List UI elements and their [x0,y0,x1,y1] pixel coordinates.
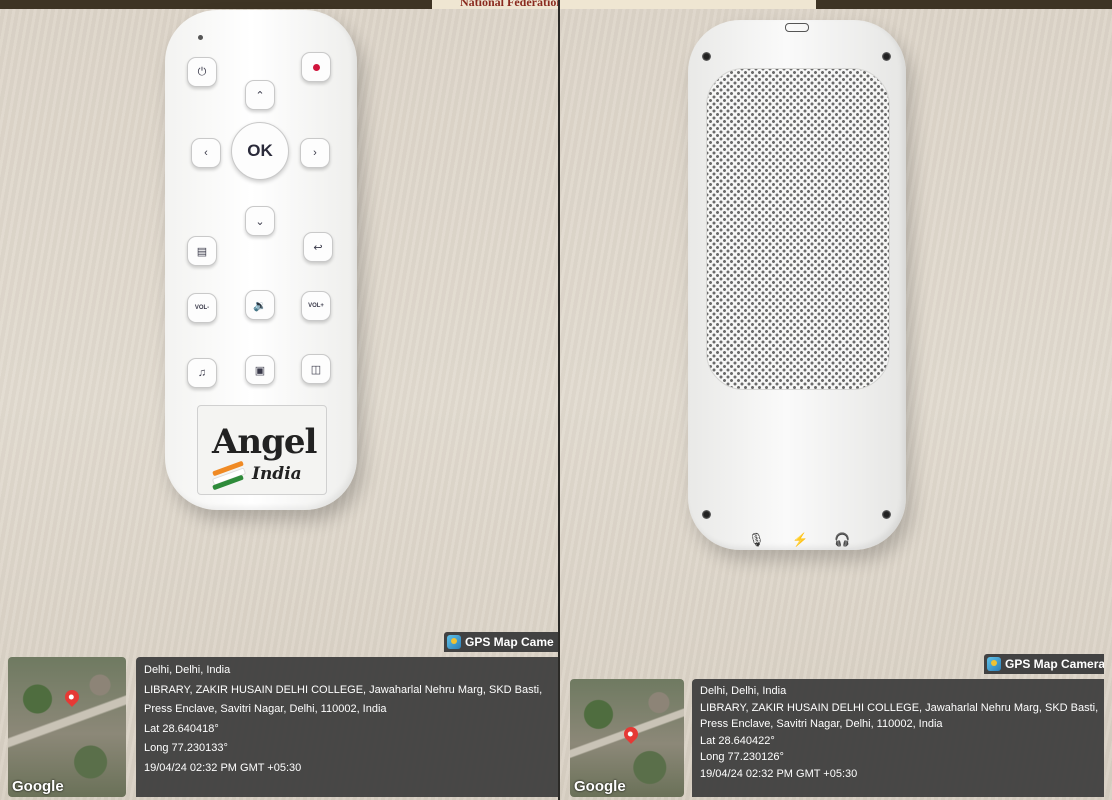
right-arrow-icon: › [313,147,317,159]
down-button: ⌄ [245,206,275,236]
gps-datetime: 19/04/24 02:32 PM GMT +05:30 [144,761,302,774]
power-button: ⏻ [187,57,217,87]
background-frame-strip [560,0,1112,9]
vol-minus-button: VOL- [187,293,217,323]
gps-address-line1: LIBRARY, ZAKIR HUSAIN DELHI COLLEGE, Jaw… [144,683,543,696]
gps-camera-logo-icon [987,657,1001,671]
music-note-icon: ♫ [197,367,207,379]
gps-camera-logo-icon [447,635,461,649]
up-arrow-icon: ⌃ [255,89,265,102]
photo-remote-front: National Federation of the Blind ⏻ ⌃ ‹ O… [0,0,558,800]
gps-longitude: Long 77.230133° [144,742,228,754]
remote-control-back: 🎙 ⚡ 🎧 [688,20,906,550]
background-paper-caption: National Federation of the Blind [460,0,558,9]
power-icon: ⏻ [197,65,207,78]
background-paper [560,0,816,9]
gps-info-panel: Delhi, Delhi, India LIBRARY, ZAKIR HUSAI… [692,679,1104,797]
speaker-grill [706,68,890,390]
record-icon [312,63,320,71]
book-icon: ◫ [310,363,322,376]
lanyard-slot [785,23,809,32]
vol-plus-label: VOL+ [308,303,324,309]
gps-latitude: Lat 28.640422° [700,734,775,747]
speaker-icon: 🔉 [253,299,267,312]
screw [882,52,891,61]
gps-address-line2: Press Enclave, Savitri Nagar, Delhi, 110… [144,703,387,715]
down-arrow-icon: ⌄ [255,215,265,228]
sticker-country: India [252,464,302,484]
music-button: ♫ [187,358,217,388]
right-button: › [300,138,330,168]
gps-info-panel: Delhi, Delhi, India LIBRARY, ZAKIR HUSAI… [136,657,558,797]
book-button: ◫ [301,354,331,384]
speaker-button: 🔉 [245,290,275,320]
photo-remote-back: 🎙 ⚡ 🎧 GPS Map Camera Google Delhi, Delhi… [560,0,1112,800]
gps-badge-label: GPS Map Camera [1005,657,1104,671]
return-icon: ↩ [313,241,323,254]
headphone-icon: 🎧 [834,532,851,547]
usb-icon: ⚡ [792,532,809,547]
up-button: ⌃ [245,80,275,110]
brand-sticker: Angel India [197,405,327,495]
gps-map-thumbnail: Google [8,657,126,797]
screw [702,510,711,519]
record-button [301,52,331,82]
map-google-logo: Google [574,778,626,795]
gps-address-line2: Press Enclave, Savitri Nagar, Delhi, 110… [700,718,943,730]
document-button: ▤ [187,236,217,266]
screw [702,52,711,61]
gps-latitude: Lat 28.640418° [144,722,219,735]
gps-map-thumbnail: Google [570,679,684,797]
map-pin-icon [621,724,641,744]
gps-city: Delhi, Delhi, India [700,685,787,697]
gps-address-line1: LIBRARY, ZAKIR HUSAIN DELHI COLLEGE, Jaw… [700,701,1099,714]
gps-city: Delhi, Delhi, India [144,664,231,676]
screw [882,510,891,519]
left-arrow-icon: ‹ [204,147,208,159]
map-pin-icon [62,687,82,707]
radio-button: ▣ [245,355,275,385]
gps-datetime: 19/04/24 02:32 PM GMT +05:30 [700,767,858,780]
return-button: ↩ [303,232,333,262]
microphone-icon: 🎙 [748,532,765,547]
gps-map-camera-badge: GPS Map Camera [984,654,1104,674]
status-led [198,35,203,40]
background-paper: National Federation of the Blind [432,0,558,9]
sticker-brand: Angel [212,422,317,462]
vol-plus-button: VOL+ [301,291,331,321]
gps-map-camera-badge: GPS Map Came [444,632,558,652]
ok-button: OK [231,122,289,180]
gps-longitude: Long 77.230126° [700,751,784,763]
map-google-logo: Google [12,778,64,795]
remote-control-front: ⏻ ⌃ ‹ OK › ⌄ ▤ ↩ VOL- 🔉 VOL+ ♫ ▣ ◫ Angel… [165,10,357,510]
radio-icon: ▣ [254,364,266,377]
document-icon: ▤ [196,245,208,258]
background-frame-strip: National Federation of the Blind [0,0,558,9]
vol-minus-label: VOL- [194,305,210,311]
gps-badge-label: GPS Map Came [465,635,554,649]
left-button: ‹ [191,138,221,168]
